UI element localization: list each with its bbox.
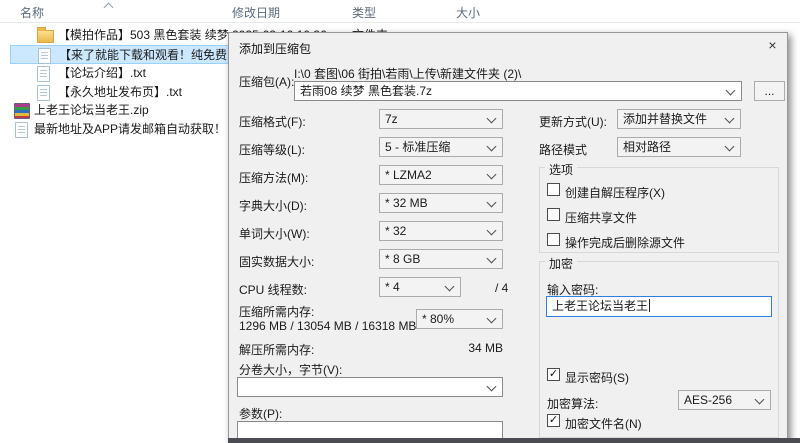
archive-directory: I:\0 套图\06 街拍\若雨\上传\新建文件夹 (2)\ [294,67,522,81]
chevron-down-icon [444,281,455,292]
window-bottom-edge [228,438,800,443]
file-name: 上老王论坛当老王.zip [34,103,149,117]
zip-archive-icon [14,103,30,119]
column-header-name[interactable]: 名称 [20,4,44,21]
dictionary-value: * 32 MB [385,196,428,210]
word-size-label: 单词大小(W): [239,227,310,241]
file-name: 最新地址及APP请发邮箱自动获取！！！... [34,122,261,136]
add-to-archive-dialog: 添加到压缩包 × 压缩包(A): I:\0 套图\06 街拍\若雨\上传\新建文… [228,32,788,443]
chevron-down-icon [486,253,497,264]
chevron-down-icon [724,113,735,124]
chevron-down-icon [724,141,735,152]
header-divider [0,22,800,23]
chevron-down-icon [486,381,497,392]
browse-button[interactable]: ... [754,81,785,101]
create-sfx-label: 创建自解压程序(X) [565,186,665,200]
solid-block-value: * 8 GB [385,252,421,266]
text-file-icon [15,122,28,138]
shared-files-checkbox[interactable] [547,208,560,221]
create-sfx-checkbox[interactable] [547,183,560,196]
format-value: 7z [385,112,398,126]
chevron-down-icon [486,225,497,236]
password-value: 上老王论坛当老王 [552,299,649,313]
archive-label: 压缩包(A): [239,75,295,89]
chevron-down-icon [754,394,765,405]
password-input[interactable]: 上老王论坛当老王 [546,296,772,317]
update-mode-label: 更新方式(U): [539,115,607,129]
encrypt-names-label: 加密文件名(N) [565,417,642,431]
level-value: 5 - 标准压缩 [385,140,451,154]
format-combobox[interactable]: 7z [379,109,503,129]
cpu-threads-combobox[interactable]: * 4 [379,277,461,297]
file-name: 【永久地址发布页】.txt [58,85,183,99]
cpu-threads-max: / 4 [495,281,509,295]
word-size-value: * 32 [385,224,407,238]
show-password-label: 显示密码(S) [565,371,629,385]
delete-after-checkbox[interactable] [547,233,560,246]
encryption-group-title: 加密 [545,255,578,272]
text-caret [649,299,651,312]
update-mode-combobox[interactable]: 添加并替换文件 [617,109,741,129]
memory-decompress-value: 34 MB [468,341,503,355]
path-mode-value: 相对路径 [623,140,672,154]
show-password-checkbox[interactable]: ✓ [547,368,560,381]
delete-after-label: 操作完成后删除源文件 [565,236,686,250]
column-header-date[interactable]: 修改日期 [232,4,280,21]
volume-size-label: 分卷大小，字节(V): [239,363,343,377]
level-combobox[interactable]: 5 - 标准压缩 [379,137,503,157]
text-file-icon [38,48,51,64]
parameters-label: 参数(P): [239,407,283,421]
format-label: 压缩格式(F): [239,115,306,129]
memory-decompress-label: 解压所需内存: [239,343,315,357]
level-label: 压缩等级(L): [239,143,306,157]
chevron-down-icon [725,85,736,96]
word-size-combobox[interactable]: * 32 [379,221,503,241]
chevron-down-icon [486,169,497,180]
archive-name-combobox[interactable]: 若雨08 续梦 黑色套装.7z [294,81,742,101]
column-header-type[interactable]: 类型 [352,4,376,21]
memory-percent-value: * 80% [422,312,455,326]
archive-name-value: 若雨08 续梦 黑色套装.7z [300,84,433,98]
volume-size-combobox[interactable] [237,377,503,397]
dictionary-combobox[interactable]: * 32 MB [379,193,503,213]
memory-percent-combobox[interactable]: * 80% [416,309,503,329]
file-name: 【模拍作品】503 黑色套装 续梦 [58,28,229,42]
column-header-size[interactable]: 大小 [456,4,480,21]
memory-compress-detail: 1296 MB / 13054 MB / 16318 MB [239,319,417,333]
chevron-down-icon [486,197,497,208]
algorithm-label: 加密算法: [547,397,599,411]
close-icon[interactable]: × [757,33,788,57]
update-mode-value: 添加并替换文件 [623,112,708,126]
path-mode-combobox[interactable]: 相对路径 [617,137,741,157]
solid-block-label: 固实数据大小: [239,255,315,269]
folder-icon [37,27,54,43]
algorithm-value: AES-256 [684,393,733,407]
text-file-icon [37,85,50,101]
algorithm-combobox[interactable]: AES-256 [678,390,771,410]
shared-files-label: 压缩共享文件 [565,211,638,225]
chevron-down-icon [486,113,497,124]
path-mode-label: 路径模式 [539,143,588,157]
cpu-threads-label: CPU 线程数: [239,283,308,297]
sort-ascending-icon [103,2,114,13]
method-label: 压缩方法(M): [239,171,309,185]
method-combobox[interactable]: * LZMA2 [379,165,503,185]
cpu-threads-value: * 4 [385,280,400,294]
chevron-down-icon [486,313,497,324]
text-file-icon [37,66,50,82]
options-group-title: 选项 [545,161,578,178]
memory-compress-label: 压缩所需内存: [239,305,315,319]
chevron-down-icon [486,141,497,152]
solid-block-combobox[interactable]: * 8 GB [379,249,503,269]
dictionary-label: 字典大小(D): [239,199,307,213]
file-name: 【论坛介绍】.txt [58,66,147,80]
method-value: * LZMA2 [385,168,432,182]
dialog-title: 添加到压缩包 [239,42,312,56]
encrypt-names-checkbox[interactable]: ✓ [547,414,560,427]
